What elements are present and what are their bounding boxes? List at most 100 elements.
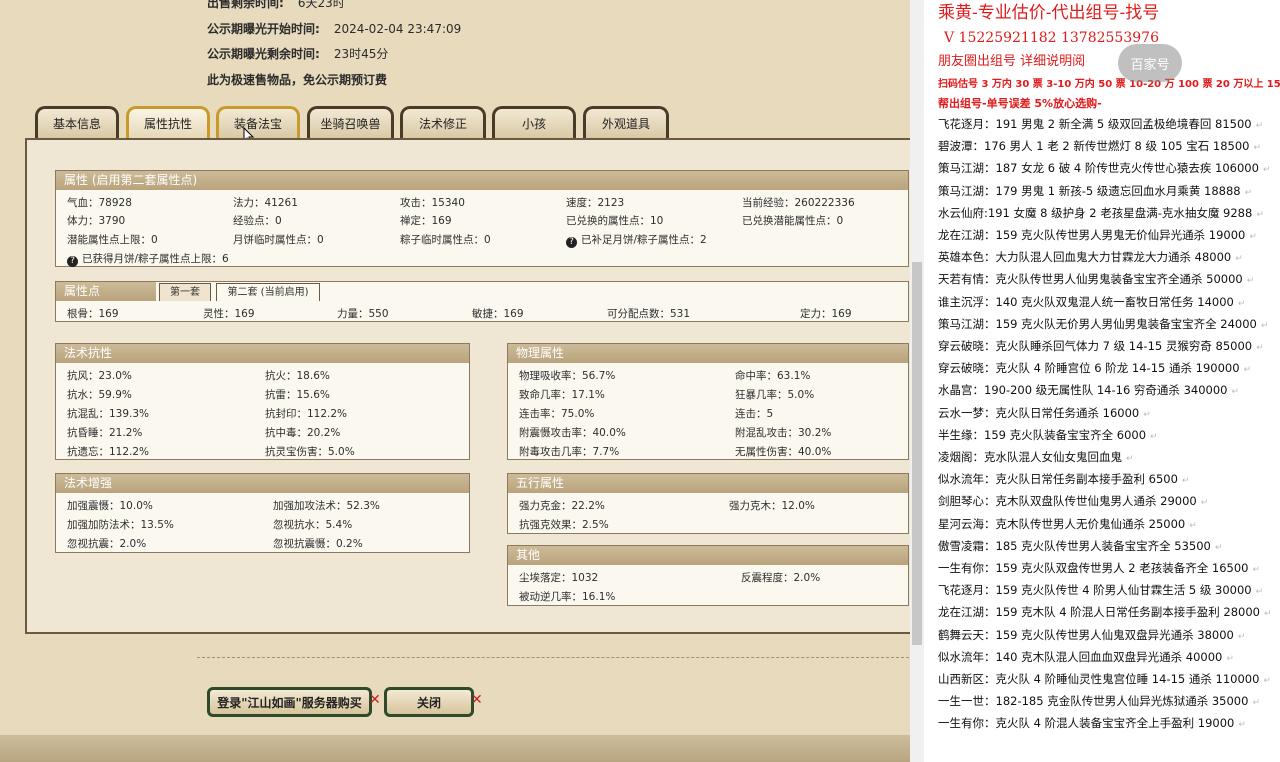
page-scrollbar[interactable]	[910, 0, 924, 762]
attr-cell: 粽子临时属性点：0	[400, 234, 491, 246]
paragraph-mark-icon: ↵	[1262, 165, 1271, 176]
doc-listing-line: 英雄本色：大力队混人回血鬼大力甘霖龙大力通杀 48000 ↵	[938, 249, 1243, 265]
points-tab-second[interactable]: 第二套 (当前启用)	[216, 283, 320, 301]
publicity-start-label: 公示期曝光开始时间:	[207, 22, 320, 36]
doc-listing-line: 似水流年：克火队日常任务副本接手盈利 6500 ↵	[938, 471, 1189, 487]
doc-listing-line: 一生有你：159 克火队双盘传世男人 2 老孩装备齐全 16500 ↵	[938, 560, 1260, 576]
doc-listing-text: 傲雪凌霜：185 克火队传世男人装备宝宝齐全 53500	[938, 538, 1211, 553]
publicity-remaining: 公示期曝光剩余时间: 23时45分	[207, 45, 388, 62]
attr-cell: 体力：3790	[67, 215, 126, 227]
sale-remaining-value: 6天23时	[297, 0, 345, 10]
tab-spell-correction[interactable]: 法术修正	[400, 106, 486, 138]
attr-cell: 月饼临时属性点：0	[233, 234, 324, 246]
doc-title: 乘黄-专业估价-代出组号-找号	[938, 3, 1160, 23]
tab-children[interactable]: 小孩	[492, 106, 576, 138]
paragraph-mark-icon: ↵	[1237, 298, 1246, 309]
other-cell: 反震程度：2.0%	[741, 572, 821, 584]
doc-listing-line: 水云仙府:191 女魔 8 级护身 2 老孩星盘满-克水抽女魔 9288 ↵	[938, 205, 1264, 221]
attr-cell: 潜能属性点上限：0	[67, 234, 158, 246]
enhance-cell: 加强震慑：10.0%	[67, 500, 153, 512]
doc-listing-line: 云水一梦：克火队日常任务通杀 16000 ↵	[938, 405, 1151, 421]
doc-line2: 朋友圈出组号 详细说明阅	[938, 54, 1086, 69]
doc-listing-text: 天若有情：克火队传世男人仙男鬼装备宝宝齐全通杀 50000	[938, 272, 1243, 287]
points-cell: 力量：550	[337, 308, 389, 320]
attribute-section-title: 属性 (启用第二套属性点)	[56, 171, 908, 190]
doc-listing-line: 策马江湖：159 克火队无价男人男仙男鬼装备宝宝齐全 24000 ↵	[938, 316, 1268, 332]
resist-cell: 抗灵宝伤害：5.0%	[265, 446, 355, 458]
resist-cell: 抗雷：15.6%	[265, 389, 330, 401]
doc-listing-line: 飞花逐月：191 男鬼 2 新全满 5 级双回孟极绝境春回 81500 ↵	[938, 116, 1263, 132]
close-button[interactable]: 关闭	[384, 687, 474, 717]
doc-listing-line: 飞花逐月：159 克火队传世 4 阶男人仙甘霖生活 5 级 30000 ↵	[938, 582, 1263, 598]
doc-listing-text: 龙在江湖：159 克木队 4 阶混人日常任务副本接手盈利 28000	[938, 605, 1260, 620]
close-x-icon: ✕	[369, 692, 381, 708]
doc-listing-text: 谁主沉浮：140 克火队双鬼混人统一畜牧日常任务 14000	[938, 294, 1234, 309]
physical-cell: 无属性伤害：40.0%	[735, 446, 832, 458]
help-icon[interactable]: ?	[67, 256, 78, 267]
fast-sale-note: 此为极速售物品，免公示期预订费	[207, 73, 388, 87]
physical-section-title: 物理属性	[508, 344, 908, 363]
doc-listing-text: 穿云破晓：克火队 4 阶睡宫位 6 阶龙 14-15 通杀 190000	[938, 361, 1240, 376]
wuxing-cell: 强力克木：12.0%	[729, 500, 815, 512]
paragraph-mark-icon: ↵	[1263, 609, 1272, 620]
attr-cell: 禅定：169	[400, 215, 452, 227]
sale-remaining-label: 出售剩余时间:	[207, 0, 284, 10]
attr-cell: 已兑换潜能属性点：0	[742, 215, 844, 227]
other-cell: 尘埃落定：1032	[519, 572, 599, 584]
doc-listing-text: 一生一世：182-185 克金队传世男人仙异光炼狱通杀 35000	[938, 694, 1249, 709]
paragraph-mark-icon: ↵	[1249, 232, 1257, 242]
tab-appearance[interactable]: 外观道具	[583, 106, 669, 138]
publicity-remaining-value: 23时45分	[333, 47, 389, 61]
scrollbar-thumb[interactable]	[912, 262, 922, 645]
doc-listing-line: 傲雪凌霜：185 克火队传世男人装备宝宝齐全 53500 ↵	[938, 538, 1222, 554]
enhance-cell: 加强加防法术：13.5%	[67, 519, 174, 531]
points-section-title: 属性点	[56, 282, 156, 301]
paragraph-mark-icon: ↵	[1226, 653, 1234, 664]
doc-listing-line: 碧波潭：176 男人 1 老 2 新传世燃灯 8 级 105 宝石 18500 ↵	[938, 138, 1261, 154]
physical-cell: 连击率：75.0%	[519, 408, 595, 420]
wuxing-section-title: 五行属性	[508, 474, 908, 493]
doc-listing-line: 谁主沉浮：140 克火队双鬼混人统一畜牧日常任务 14000 ↵	[938, 294, 1245, 310]
document-pane: 乘黄-专业估价-代出组号-找号 V 15225921182 1378255397…	[924, 0, 1280, 762]
paragraph-mark-icon: ↵	[1244, 187, 1253, 198]
watermark-badge: 百家号	[1118, 44, 1182, 82]
doc-listing-line: 星河云海：克木队传世男人无价鬼仙通杀 25000 ↵	[938, 516, 1197, 532]
paragraph-mark-icon: ↵	[1189, 520, 1197, 531]
game-window: 出售剩余时间: 6天23时 公示期曝光开始时间: 2024-02-04 23:47:…	[0, 0, 910, 762]
doc-listing-line: 一生有你：克火队 4 阶混人装备宝宝齐全上手盈利 19000 ↵	[938, 715, 1246, 731]
attr-cell: 经验点：0	[233, 215, 282, 227]
paragraph-mark-icon: ↵	[1260, 320, 1269, 331]
paragraph-mark-icon: ↵	[1243, 365, 1252, 376]
points-tab-first[interactable]: 第一套	[159, 283, 211, 301]
doc-listing-line: 策马江湖：179 男鬼 1 新孩-5 级遗忘回血水月乘黄 18888 ↵	[938, 183, 1252, 199]
physical-cell: 附震慑攻击率：40.0%	[519, 427, 626, 439]
doc-contact: V 15225921182 13782553976	[944, 30, 1159, 46]
doc-listing-line: 似水流年：140 克木队混人回血血双盘异光通杀 40000 ↵	[938, 649, 1234, 665]
attr-cell-bonus: ? 已补足月饼/粽子属性点：2	[566, 232, 707, 248]
resist-cell: 抗封印：112.2%	[265, 408, 348, 420]
enhance-cell: 忽视抗水：5.4%	[273, 519, 353, 531]
attr-cell-bonus-text: 已补足月饼/粽子属性点：2	[581, 234, 707, 246]
paragraph-mark-icon: ↵	[1181, 476, 1190, 487]
publicity-start-value: 2024-02-04 23:47:09	[333, 22, 462, 36]
resist-cell: 抗水：59.9%	[67, 389, 132, 401]
paragraph-mark-icon: ↵	[1255, 121, 1264, 131]
doc-listing-text: 一生有你：159 克火队双盘传世男人 2 老孩装备齐全 16500	[938, 561, 1249, 575]
doc-listing-line: 穿云破晓：克火队 4 阶睡宫位 6 阶龙 14-15 通杀 190000 ↵	[938, 360, 1251, 376]
doc-listing-text: 一生有你：克火队 4 阶混人装备宝宝齐全上手盈利 19000	[938, 716, 1235, 731]
tab-mounts-pets[interactable]: 坐骑召唤兽	[307, 106, 394, 138]
tab-attributes[interactable]: 属性抗性	[126, 106, 210, 138]
doc-listing-text: 水云仙府:191 女魔 8 级护身 2 老孩星盘满-克水抽女魔 9288	[938, 205, 1253, 220]
login-server-buy-button[interactable]: 登录"江山如画"服务器购买	[207, 687, 372, 717]
physical-cell: 附毒攻击几率：7.7%	[519, 446, 620, 458]
close-x-icon: ✕	[471, 692, 483, 708]
attr-cell: 速度：2123	[566, 197, 625, 209]
doc-listing-text: 星河云海：克木队传世男人无价鬼仙通杀 25000	[938, 516, 1186, 531]
tab-basic-info[interactable]: 基本信息	[35, 106, 119, 138]
doc-listing-text: 策马江湖：187 女龙 6 破 4 阶传世克火传世心猿去疾 106000	[938, 161, 1259, 176]
physical-cell: 命中率：63.1%	[735, 370, 811, 382]
attr-cell-limit: ? 已获得月饼/粽子属性点上限：6	[67, 251, 229, 267]
doc-listing-line: 鹤舞云天：159 克火队传世男人仙鬼双盘异光通杀 38000 ↵	[938, 627, 1245, 643]
tab-equipment[interactable]: 装备法宝	[216, 106, 300, 138]
help-icon[interactable]: ?	[566, 237, 577, 248]
